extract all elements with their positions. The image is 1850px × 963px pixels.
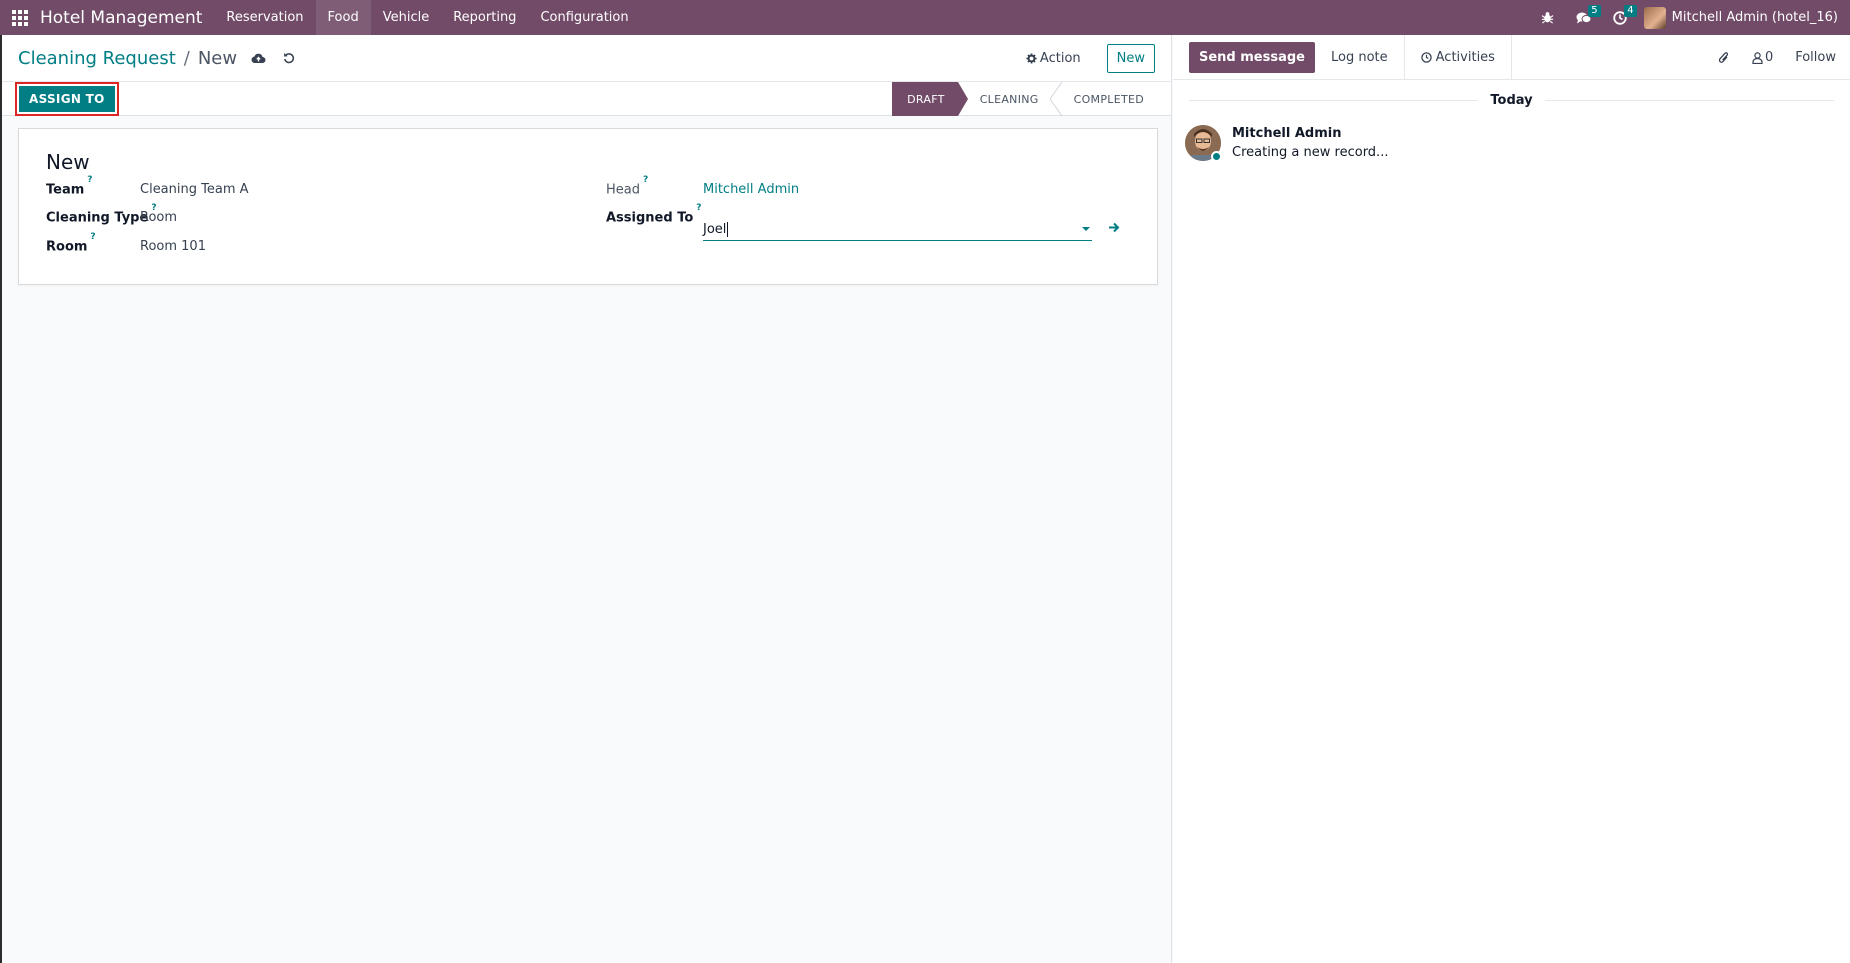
record-title: New <box>46 150 90 174</box>
breadcrumb-cleaning-request[interactable]: Cleaning Request <box>18 48 176 69</box>
assigned-to-label: Assigned To? <box>606 203 702 226</box>
followers-button[interactable]: 0 <box>1752 50 1773 65</box>
action-label: Action <box>1039 50 1081 66</box>
dropdown-caret-icon[interactable] <box>1082 227 1090 231</box>
save-cloud-icon[interactable] <box>251 52 266 64</box>
control-panel: Cleaning Request / New Action New <box>2 35 1171 81</box>
top-navbar: Hotel Management Reservation Food Vehicl… <box>0 0 1850 35</box>
message-author[interactable]: Mitchell Admin <box>1232 126 1341 141</box>
send-message-button[interactable]: Send message <box>1189 41 1315 73</box>
date-separator-label: Today <box>1478 92 1545 108</box>
room-value[interactable]: Room 101 <box>140 239 206 254</box>
menu-reporting[interactable]: Reporting <box>441 0 528 35</box>
assigned-to-help-icon[interactable]: ? <box>696 203 701 213</box>
head-value[interactable]: Mitchell Admin <box>703 182 799 197</box>
new-record-button[interactable]: New <box>1106 43 1155 73</box>
chatter-message: Mitchell Admin Creating a new record... <box>1173 125 1850 169</box>
log-note-button[interactable]: Log note <box>1315 34 1405 80</box>
chatter-topbar: Send message Log note Activities 0 Follo… <box>1173 34 1850 80</box>
chatter-panel: Send message Log note Activities 0 Follo… <box>1173 34 1850 963</box>
user-avatar <box>1643 6 1666 29</box>
control-panel-actions: Action New <box>1026 35 1155 81</box>
activities-clock-icon[interactable]: 4 <box>1602 0 1638 35</box>
team-help-icon[interactable]: ? <box>87 175 92 185</box>
form-statusbar-row: ASSIGN TO DRAFT CLEANING COMPLETED <box>2 81 1171 116</box>
assigned-to-input[interactable]: Joel <box>703 219 1092 241</box>
internal-link-arrow-icon[interactable] <box>1108 222 1120 237</box>
stage-statusbar: DRAFT CLEANING COMPLETED <box>892 82 1157 116</box>
debug-bug-icon[interactable] <box>1530 0 1566 35</box>
followers-count: 0 <box>1764 50 1774 65</box>
navbar-systray: 5 4 Mitchell Admin (hotel_16) <box>1530 0 1850 35</box>
app-title[interactable]: Hotel Management <box>40 8 202 28</box>
assign-to-highlight: ASSIGN TO <box>15 81 119 116</box>
user-menu[interactable]: Mitchell Admin (hotel_16) <box>1638 0 1850 35</box>
form-sheet: New Team? Cleaning Team A Cleaning Type?… <box>18 128 1158 285</box>
discard-undo-icon[interactable] <box>283 52 295 64</box>
assigned-to-text: Joel <box>703 222 727 237</box>
room-help-icon[interactable]: ? <box>90 232 95 242</box>
team-label: Team? <box>46 175 93 198</box>
activities-button[interactable]: Activities <box>1405 34 1512 80</box>
breadcrumb-current: New <box>197 47 238 69</box>
date-separator: Today <box>1173 82 1850 118</box>
menu-vehicle[interactable]: Vehicle <box>371 0 442 35</box>
breadcrumb-separator: / <box>183 47 190 69</box>
activities-badge: 4 <box>1624 5 1637 17</box>
message-body: Creating a new record... <box>1232 145 1389 160</box>
online-status-indicator <box>1211 151 1222 162</box>
team-value[interactable]: Cleaning Team A <box>140 182 249 197</box>
stage-draft[interactable]: DRAFT <box>892 82 968 116</box>
form-view: Cleaning Request / New Action New ASSIGN… <box>0 35 1172 963</box>
gear-icon <box>1026 52 1037 64</box>
apps-menu-icon[interactable] <box>0 0 40 35</box>
chatter-actions: 0 Follow <box>1718 35 1850 80</box>
head-help-icon[interactable]: ? <box>643 175 648 185</box>
messages-icon[interactable]: 5 <box>1566 0 1602 35</box>
menu-reservation[interactable]: Reservation <box>214 0 315 35</box>
attachment-paperclip-icon[interactable] <box>1718 51 1730 65</box>
action-button[interactable]: Action <box>1026 51 1081 66</box>
follow-button[interactable]: Follow <box>1795 50 1836 65</box>
head-label: Head? <box>606 175 649 198</box>
breadcrumb: Cleaning Request / New <box>18 48 237 69</box>
clock-icon <box>1420 51 1432 63</box>
user-name: Mitchell Admin (hotel_16) <box>1671 10 1838 25</box>
stage-completed[interactable]: COMPLETED <box>1052 82 1157 116</box>
messages-badge: 5 <box>1588 5 1601 17</box>
menu-food[interactable]: Food <box>315 0 371 35</box>
text-cursor <box>727 222 729 237</box>
user-icon <box>1752 51 1763 64</box>
activities-label: Activities <box>1435 49 1495 65</box>
assign-to-button[interactable]: ASSIGN TO <box>19 85 115 112</box>
cleaning-type-value[interactable]: Room <box>140 210 177 225</box>
menu-configuration[interactable]: Configuration <box>528 0 640 35</box>
stage-cleaning[interactable]: CLEANING <box>958 82 1062 116</box>
room-label: Room? <box>46 232 96 255</box>
